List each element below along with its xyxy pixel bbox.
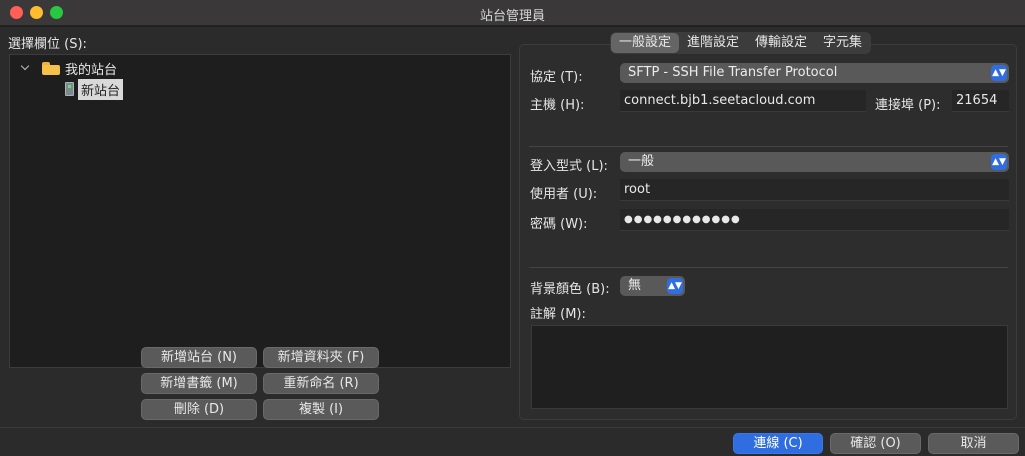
host-label: 主機 (H):	[530, 98, 585, 113]
new-site-button[interactable]: 新增站台 (N)	[141, 347, 257, 368]
comments-textarea[interactable]	[531, 325, 1008, 409]
protocol-value: SFTP - SSH File Transfer Protocol	[628, 65, 838, 80]
tree-folder-label: 我的站台	[65, 62, 118, 78]
connect-button[interactable]: 連線 (C)	[733, 433, 823, 454]
protocol-select[interactable]: SFTP - SSH File Transfer Protocol ▲▼	[620, 63, 1009, 83]
comments-label: 註解 (M):	[530, 307, 586, 322]
tab-transfer[interactable]: 傳輸設定	[747, 33, 815, 53]
password-input[interactable]: ●●●●●●●●●●●●	[620, 209, 1009, 231]
tab-charset[interactable]: 字元集	[815, 33, 870, 53]
folder-icon	[42, 61, 60, 75]
select-entry-label: 選擇欄位 (S):	[8, 37, 87, 52]
footer-divider	[0, 427, 1025, 428]
host-input[interactable]: connect.bjb1.seetacloud.com	[620, 90, 866, 112]
background-color-select[interactable]: 無 ▲▼	[620, 276, 685, 296]
delete-button[interactable]: 刪除 (D)	[141, 399, 257, 420]
rename-button[interactable]: 重新命名 (R)	[263, 373, 379, 394]
tree-site-label: 新站台	[78, 78, 124, 100]
port-input[interactable]: 21654	[952, 90, 1009, 112]
logon-type-value: 一般	[628, 154, 655, 169]
site-manager-body: 選擇欄位 (S): 我的站台 新站台 新增站台 (N) 新增資料夾 (F) 新增…	[0, 27, 1025, 456]
section-divider	[529, 267, 1008, 268]
background-color-label: 背景顏色 (B):	[530, 282, 610, 297]
password-label: 密碼 (W):	[530, 217, 588, 232]
ok-button[interactable]: 確認 (O)	[830, 433, 921, 454]
cancel-button[interactable]: 取消	[928, 433, 1019, 454]
select-arrows-icon: ▲▼	[991, 154, 1007, 170]
tab-advanced[interactable]: 進階設定	[679, 33, 747, 53]
logon-type-select[interactable]: 一般 ▲▼	[620, 152, 1009, 172]
site-tree[interactable]: 我的站台 新站台	[9, 54, 511, 368]
protocol-label: 協定 (T):	[530, 70, 583, 85]
port-label: 連接埠 (P):	[875, 98, 941, 113]
chevron-down-icon[interactable]	[20, 62, 32, 74]
window-title: 站台管理員	[479, 9, 545, 24]
tab-general[interactable]: 一般設定	[611, 33, 680, 53]
user-label: 使用者 (U):	[530, 187, 598, 202]
logon-type-label: 登入型式 (L):	[530, 159, 608, 174]
background-color-value: 無	[628, 278, 642, 293]
select-arrows-icon: ▲▼	[991, 65, 1007, 81]
new-folder-button[interactable]: 新增資料夾 (F)	[263, 347, 379, 368]
section-divider	[529, 146, 1008, 147]
title-bar: 站台管理員	[0, 0, 1025, 26]
new-bookmark-button[interactable]: 新增書籤 (M)	[141, 373, 257, 394]
user-input[interactable]: root	[620, 179, 1009, 201]
select-arrows-icon: ▲▼	[667, 278, 683, 294]
duplicate-button[interactable]: 複製 (I)	[263, 399, 379, 420]
tree-item-my-sites[interactable]: 我的站台	[20, 58, 117, 78]
tree-item-new-site[interactable]: 新站台	[65, 78, 124, 100]
settings-tabs: 一般設定 進階設定 傳輸設定 字元集	[610, 32, 872, 54]
server-icon	[65, 82, 74, 96]
